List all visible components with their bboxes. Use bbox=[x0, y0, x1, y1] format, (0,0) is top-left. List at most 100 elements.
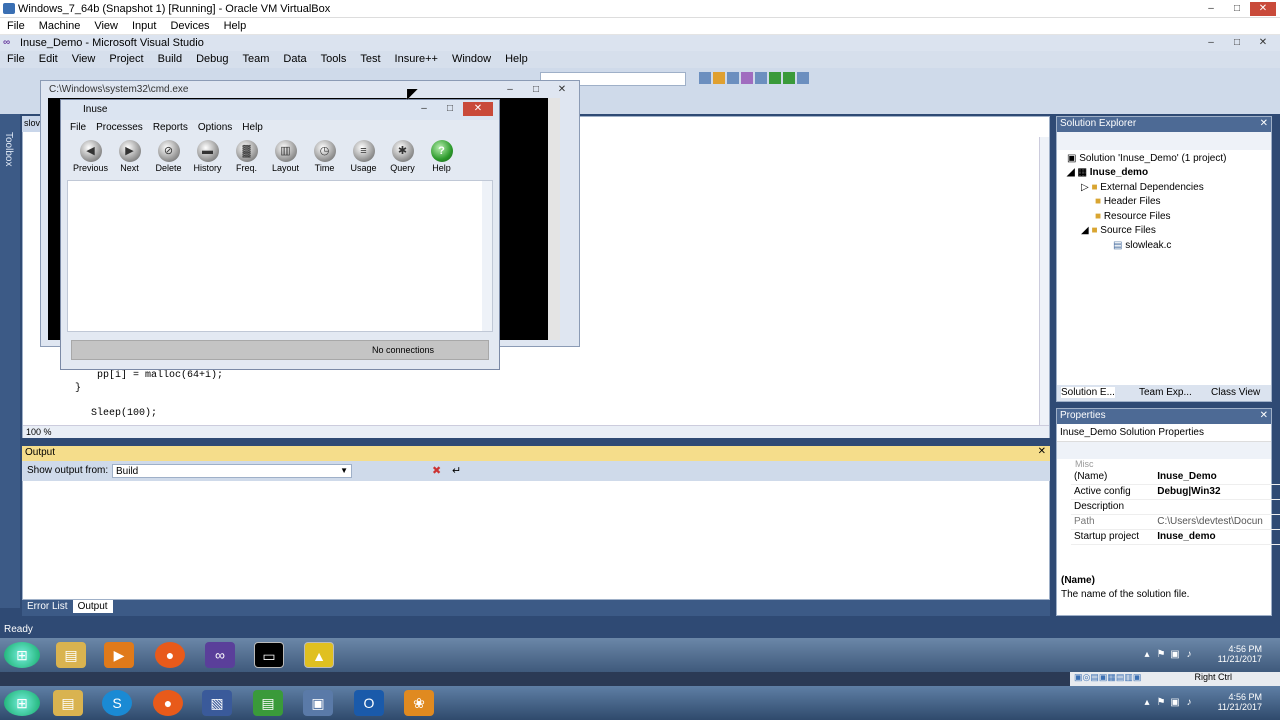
cmd-minimize-icon[interactable]: – bbox=[497, 83, 523, 97]
vs-menu-team[interactable]: Team bbox=[236, 51, 277, 65]
cmd-close-icon[interactable]: ✕ bbox=[549, 83, 575, 97]
vs-menu-insure[interactable]: Insure++ bbox=[388, 51, 445, 65]
vs-menu-project[interactable]: Project bbox=[102, 51, 150, 65]
vs-menu-data[interactable]: Data bbox=[276, 51, 313, 65]
inuse-menu-help[interactable]: Help bbox=[237, 121, 268, 134]
inuse-close-icon[interactable]: ✕ bbox=[463, 102, 493, 116]
cmd-maximize-icon[interactable]: □ bbox=[523, 83, 549, 97]
property-row[interactable]: (Name) Inuse_Demo bbox=[1071, 469, 1280, 485]
vs-menu-debug[interactable]: Debug bbox=[189, 51, 235, 65]
delete-button[interactable]: ⊘ Delete bbox=[149, 137, 188, 173]
property-row[interactable]: Startup project Inuse_demo bbox=[1071, 529, 1280, 545]
vs-menu-window[interactable]: Window bbox=[445, 51, 498, 65]
object-browser-icon[interactable] bbox=[741, 72, 753, 84]
media-player-icon[interactable]: ▶ bbox=[104, 642, 134, 668]
firefox-icon[interactable]: ● bbox=[155, 642, 185, 668]
output-source-dropdown[interactable]: Build ▼ bbox=[112, 464, 352, 478]
tray-arrow-icon[interactable]: ▴ bbox=[1140, 649, 1154, 660]
vbox-menu-help[interactable]: Help bbox=[217, 18, 254, 32]
tab-error-list[interactable]: Error List bbox=[22, 600, 73, 613]
vbox-menu-input[interactable]: Input bbox=[125, 18, 163, 32]
tab-team-explorer[interactable]: Team Exp... bbox=[1139, 387, 1192, 398]
inuse-menu-reports[interactable]: Reports bbox=[148, 121, 193, 134]
folder-source-files[interactable]: ◢ ■ Source Files bbox=[1081, 225, 1156, 236]
inuse-menu-file[interactable]: File bbox=[65, 121, 91, 134]
property-value[interactable]: Debug|Win32 bbox=[1154, 484, 1280, 500]
vbox-device-icons[interactable]: ▣◎▤▣▦▤▥▣ bbox=[1070, 672, 1192, 683]
solution-explorer-close-icon[interactable]: ✕ bbox=[1260, 118, 1268, 129]
query-button[interactable]: ✱ Query bbox=[383, 137, 422, 173]
close-icon[interactable]: ✕ bbox=[1250, 2, 1276, 16]
remote-desktop-icon[interactable]: ▣ bbox=[303, 690, 333, 716]
host-firefox-icon[interactable]: ● bbox=[153, 690, 183, 716]
properties-close-icon[interactable]: ✕ bbox=[1260, 410, 1268, 421]
skype-icon[interactable]: S bbox=[102, 690, 132, 716]
history-button[interactable]: ▬ History bbox=[188, 137, 227, 173]
inuse-menu-processes[interactable]: Processes bbox=[91, 121, 148, 134]
property-value[interactable] bbox=[1154, 499, 1280, 515]
toolbox-strip[interactable]: Toolbox bbox=[0, 114, 20, 608]
outlook-icon[interactable]: O bbox=[354, 690, 384, 716]
word-wrap-icon[interactable]: ↵ bbox=[452, 464, 461, 477]
host-tray-flag-icon[interactable]: ⚑ bbox=[1154, 697, 1168, 708]
property-row[interactable]: Path C:\Users\devtest\Docun bbox=[1071, 514, 1280, 530]
property-row[interactable]: Active config Debug|Win32 bbox=[1071, 484, 1280, 500]
maximize-icon[interactable]: □ bbox=[1224, 2, 1250, 16]
solution-node[interactable]: ▣ Solution 'Inuse_Demo' (1 project) bbox=[1067, 153, 1226, 164]
toolbox-icon[interactable] bbox=[755, 72, 767, 84]
properties-icon[interactable] bbox=[727, 72, 739, 84]
find-icon[interactable] bbox=[699, 72, 711, 84]
minimize-icon[interactable]: – bbox=[1198, 2, 1224, 16]
property-value[interactable]: Inuse_demo bbox=[1154, 529, 1280, 545]
zoom-level[interactable]: 100 % bbox=[23, 427, 52, 437]
start-button-icon[interactable]: ⊞ bbox=[4, 642, 40, 668]
editor-vscrollbar[interactable] bbox=[1039, 137, 1049, 425]
host-start-button-icon[interactable]: ⊞ bbox=[4, 690, 40, 716]
vs-menu-build[interactable]: Build bbox=[151, 51, 189, 65]
project-node[interactable]: ◢ ▦ Inuse_demo bbox=[1067, 167, 1148, 178]
vs-minimize-icon[interactable]: – bbox=[1198, 36, 1224, 50]
host-tray-volume-icon[interactable]: ♪ bbox=[1182, 697, 1196, 708]
tab-solution-explorer[interactable]: Solution E... bbox=[1061, 387, 1115, 398]
inuse-taskbar-icon[interactable]: ▲ bbox=[304, 642, 334, 668]
freq-button[interactable]: ▓ Freq. bbox=[227, 137, 266, 173]
folder-external-dependencies[interactable]: ▷ ■ External Dependencies bbox=[1081, 182, 1204, 193]
property-value[interactable]: Inuse_Demo bbox=[1154, 469, 1280, 485]
inuse-minimize-icon[interactable]: – bbox=[411, 102, 437, 116]
vs-close-icon[interactable]: ✕ bbox=[1250, 36, 1276, 50]
folder-resource-files[interactable]: ■ Resource Files bbox=[1095, 211, 1171, 222]
vs-menu-tools[interactable]: Tools bbox=[314, 51, 354, 65]
extension-icon[interactable] bbox=[783, 72, 795, 84]
start-page-icon[interactable] bbox=[769, 72, 781, 84]
inuse-menu-options[interactable]: Options bbox=[193, 121, 237, 134]
inuse-display-area[interactable] bbox=[67, 180, 493, 332]
vs-restore-icon[interactable]: □ bbox=[1224, 36, 1250, 50]
tab-class-view[interactable]: Class View bbox=[1211, 387, 1260, 398]
host-explorer-icon[interactable]: ▤ bbox=[53, 690, 83, 716]
property-row[interactable]: Description bbox=[1071, 499, 1280, 515]
cmd-taskbar-icon[interactable]: ▭ bbox=[254, 642, 284, 668]
time-button[interactable]: ◷ Time bbox=[305, 137, 344, 173]
layout-button[interactable]: ▥ Layout bbox=[266, 137, 305, 173]
usage-button[interactable]: ≡ Usage bbox=[344, 137, 383, 173]
guest-clock[interactable]: 4:56 PM 11/21/2017 bbox=[1218, 644, 1262, 664]
open-icon[interactable] bbox=[713, 72, 725, 84]
vs-menu-view[interactable]: View bbox=[65, 51, 103, 65]
editor-hscrollbar[interactable]: 100 % bbox=[23, 425, 1049, 438]
previous-button[interactable]: ◀ Previous bbox=[71, 137, 110, 173]
inuse-scrollbar[interactable] bbox=[482, 181, 492, 331]
clear-all-icon[interactable]: ✖ bbox=[432, 464, 441, 477]
file-slowleak[interactable]: ▤ slowleak.c bbox=[1113, 240, 1171, 251]
property-value[interactable]: C:\Users\devtest\Docun bbox=[1154, 514, 1280, 530]
vbox-menu-devices[interactable]: Devices bbox=[163, 18, 216, 32]
vbox-menu-view[interactable]: View bbox=[87, 18, 125, 32]
folder-header-files[interactable]: ■ Header Files bbox=[1095, 196, 1161, 207]
help-button[interactable]: ? Help bbox=[422, 137, 461, 173]
host-clock[interactable]: 4:56 PM 11/21/2017 bbox=[1218, 692, 1262, 712]
host-tray-arrow-icon[interactable]: ▴ bbox=[1140, 697, 1154, 708]
properties-object-selector[interactable]: Inuse_Demo Solution Properties bbox=[1057, 424, 1271, 442]
tray-flag-icon[interactable]: ⚑ bbox=[1154, 649, 1168, 660]
cmd-scrollbar[interactable] bbox=[548, 98, 560, 340]
tray-network-icon[interactable]: ▣ bbox=[1168, 649, 1182, 660]
host-tray-network-icon[interactable]: ▣ bbox=[1168, 697, 1182, 708]
